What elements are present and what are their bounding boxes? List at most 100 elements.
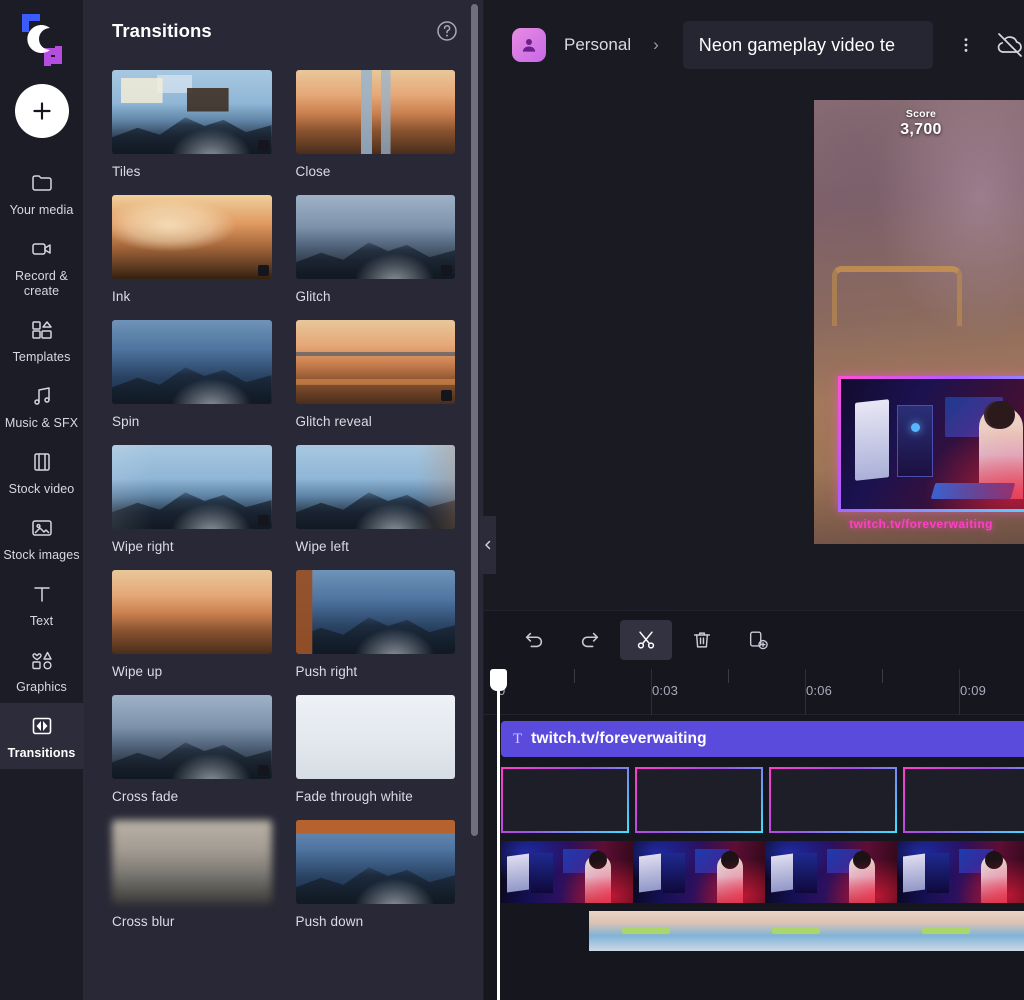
- transition-label: Glitch: [295, 289, 331, 304]
- transition-thumbnail: [112, 320, 272, 404]
- sidebar-item-label: Stock video: [8, 482, 75, 496]
- timeline-video-clip[interactable]: [501, 841, 1024, 903]
- help-circle-icon[interactable]: [435, 19, 459, 43]
- transition-thumbnail: [295, 445, 455, 529]
- transition-card[interactable]: Tiles: [112, 70, 272, 195]
- text-t-icon: T: [513, 730, 523, 747]
- video-preview[interactable]: Score 3,700 twitch.tv/foreverwaiting: [814, 100, 1024, 544]
- lower-clip-thumbnail: [739, 911, 889, 951]
- transition-card[interactable]: Cross blur: [112, 820, 272, 945]
- thumbnail-corner-marker: [257, 140, 269, 151]
- sidebar-item-music-and-sfx[interactable]: Music & SFX: [0, 373, 84, 439]
- page-title: Transitions: [112, 20, 212, 41]
- transition-card[interactable]: Wipe up: [112, 570, 272, 695]
- transition-thumbnail: [112, 70, 272, 154]
- transition-card[interactable]: Glitch: [295, 195, 455, 320]
- timeline-left-boundary: [497, 715, 499, 1000]
- add-media-button[interactable]: [14, 84, 69, 138]
- sidebar-item-label: Graphics: [16, 680, 67, 694]
- transition-card[interactable]: Glitch reveal: [295, 320, 455, 445]
- sidebar-item-transitions[interactable]: Transitions: [0, 703, 84, 769]
- transition-thumbnail: [112, 820, 272, 904]
- collapse-panel-button[interactable]: [480, 516, 496, 574]
- score-label: Score: [905, 108, 937, 120]
- transition-card[interactable]: Close: [295, 70, 455, 195]
- cloud-off-icon[interactable]: [991, 26, 1024, 64]
- delete-button[interactable]: [676, 620, 728, 660]
- timeline-neon-clip[interactable]: [501, 767, 1024, 833]
- watermark-text: twitch.tv/foreverwaiting: [849, 517, 993, 531]
- sidebar-item-templates[interactable]: Templates: [0, 307, 84, 373]
- transition-thumbnail: [295, 195, 455, 279]
- timeline-toolbar: [484, 611, 1024, 669]
- transition-thumbnail: [112, 195, 272, 279]
- neon-clip-thumbnail: [903, 767, 1024, 833]
- transition-label: Ink: [112, 289, 131, 304]
- breadcrumb-separator: ›: [653, 35, 659, 54]
- timeline-text-clip[interactable]: T twitch.tv/foreverwaiting: [501, 721, 1024, 757]
- transitions-grid: Tiles Close Ink Glitch Spin Glitch reveal Wipe…: [84, 62, 483, 955]
- neon-clip-thumbnail: [635, 767, 763, 833]
- transition-label: Push down: [295, 914, 364, 929]
- transition-card[interactable]: Spin: [112, 320, 272, 445]
- sidebar-item-text[interactable]: Text: [0, 571, 84, 637]
- more-vertical-icon[interactable]: [949, 28, 983, 62]
- neon-clip-thumbnail: [769, 767, 897, 833]
- ruler-time-label: 0: [498, 683, 506, 698]
- transition-label: Close: [295, 164, 331, 179]
- transition-card[interactable]: Wipe right: [112, 445, 272, 570]
- clipchamp-logo-icon[interactable]: [14, 8, 70, 70]
- ruler-time-label: 0:09: [960, 683, 987, 698]
- transition-label: Cross fade: [112, 789, 179, 804]
- ruler-time-label: 0:03: [652, 683, 679, 698]
- sidebar-item-label: Stock images: [3, 548, 80, 562]
- transition-label: Tiles: [112, 164, 141, 179]
- avatar[interactable]: [512, 28, 546, 62]
- thumbnail-mountain-shape: [112, 367, 272, 404]
- undo-button[interactable]: [508, 620, 560, 660]
- main-area: Personal › Neon gameplay video te Score …: [484, 0, 1024, 1000]
- sidebar-item-stock-images[interactable]: Stock images: [0, 505, 84, 571]
- transition-thumbnail: [295, 570, 455, 654]
- left-icon-rail: Your media Record & create Templates Mus…: [0, 0, 84, 1000]
- thumbnail-mountain-shape: [295, 242, 455, 279]
- sidebar-item-your-media[interactable]: Your media: [0, 160, 84, 226]
- timeline-lower-clip[interactable]: [589, 911, 1024, 951]
- sidebar-item-graphics[interactable]: Graphics: [0, 637, 84, 703]
- sidebar-item-label: Text: [29, 614, 54, 628]
- video-clip-thumbnail: [765, 841, 897, 903]
- timeline-text-clip-label: twitch.tv/foreverwaiting: [531, 730, 707, 747]
- timeline-ruler[interactable]: 0 0:03 0:06 0:09: [484, 669, 1024, 715]
- transition-thumbnail: [295, 320, 455, 404]
- transition-card[interactable]: Wipe left: [295, 445, 455, 570]
- panel-scrollbar[interactable]: [471, 4, 478, 836]
- transition-card[interactable]: Ink: [112, 195, 272, 320]
- redo-button[interactable]: [564, 620, 616, 660]
- transition-thumbnail: [112, 695, 272, 779]
- ruler-time-label: 0:06: [806, 683, 833, 698]
- transition-card[interactable]: Push down: [295, 820, 455, 945]
- folder-icon: [29, 170, 55, 196]
- transition-card[interactable]: Fade through white: [295, 695, 455, 820]
- transition-card[interactable]: Push right: [295, 570, 455, 695]
- top-bar: Personal › Neon gameplay video te: [484, 0, 1024, 90]
- sidebar-item-stock-video[interactable]: Stock video: [0, 439, 84, 505]
- workspace-name[interactable]: Personal: [564, 35, 631, 55]
- project-title-input[interactable]: Neon gameplay video te: [682, 21, 933, 69]
- split-button[interactable]: [620, 620, 672, 660]
- project-title-text: Neon gameplay video te: [698, 34, 896, 55]
- lower-clip-thumbnail: [589, 911, 739, 951]
- sidebar-item-record-and-create[interactable]: Record & create: [0, 226, 84, 307]
- inset-red-glow: [916, 418, 1024, 509]
- transition-card[interactable]: Cross fade: [112, 695, 272, 820]
- clipchamp-editor: Your media Record & create Templates Mus…: [0, 0, 1024, 1000]
- transition-thumbnail: [295, 820, 455, 904]
- duplicate-button[interactable]: [732, 620, 784, 660]
- transition-label: Fade through white: [295, 789, 413, 804]
- gameplay-inset[interactable]: [838, 376, 1024, 512]
- video-camera-icon: [29, 236, 55, 262]
- panel-header: Transitions: [84, 0, 483, 62]
- video-clip-thumbnail: [501, 841, 633, 903]
- transition-thumbnail: [112, 445, 272, 529]
- score-overlay: Score 3,700: [814, 108, 1024, 139]
